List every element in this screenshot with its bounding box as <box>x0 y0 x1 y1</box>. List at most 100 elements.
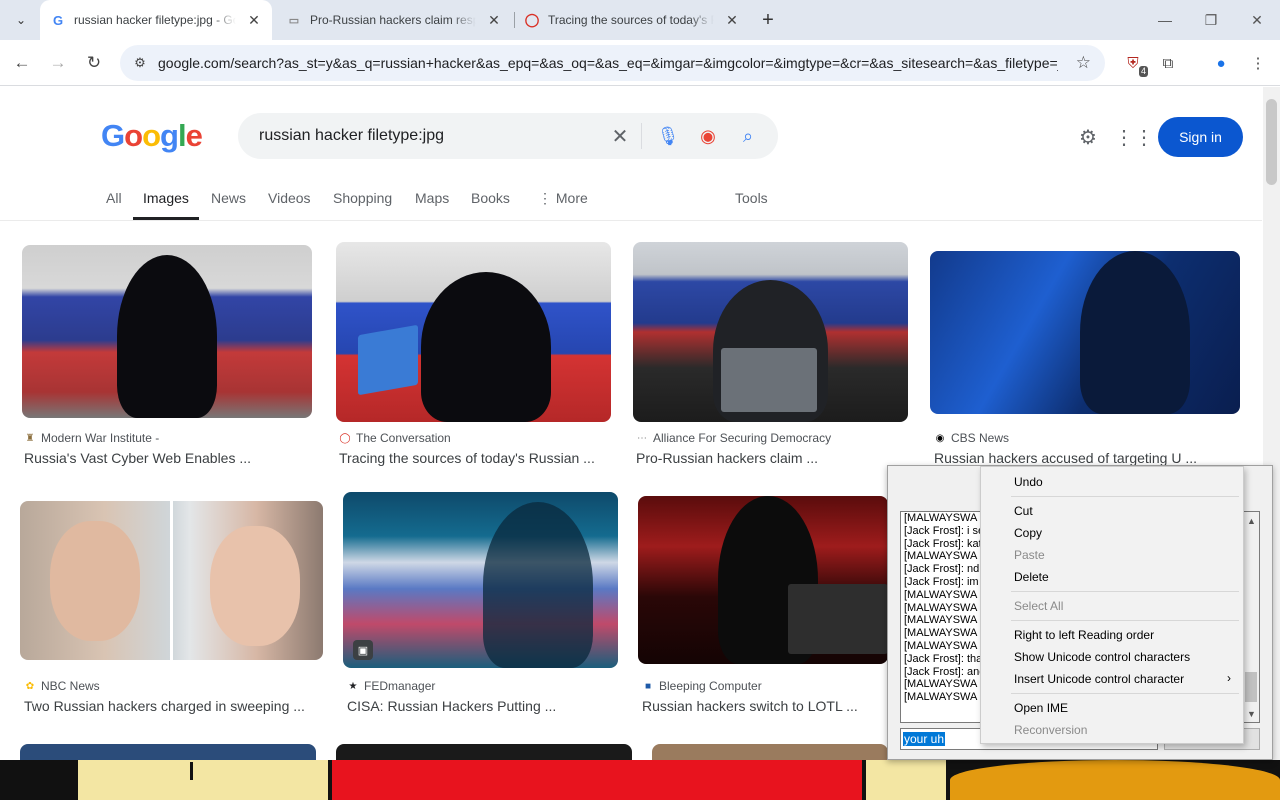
result-source[interactable]: ✿ NBC News <box>24 679 100 693</box>
close-tab-icon[interactable]: ✕ <box>484 10 504 30</box>
chat-scrollbar[interactable]: ▲ ▼ <box>1242 512 1259 722</box>
hooded-figure <box>483 502 593 668</box>
menu-item-cut[interactable]: Cut <box>1014 504 1033 518</box>
new-tab-icon[interactable]: + <box>756 8 780 32</box>
tab-title: russian hacker filetype:jpg - Google Sea… <box>74 13 236 27</box>
forward-arrow-icon[interactable]: → <box>43 48 73 78</box>
laptop <box>788 584 888 654</box>
selected-input-text[interactable]: your uh <box>903 732 946 746</box>
laptop-screen <box>358 324 418 396</box>
restore-icon[interactable]: ❐ <box>1188 0 1234 40</box>
address-bar[interactable]: ⚙ google.com/search?as_st=y&as_q=russian… <box>120 45 1105 81</box>
menu-item-copy[interactable]: Copy <box>1014 526 1042 540</box>
result-source[interactable]: ★ FEDmanager <box>347 679 436 693</box>
menu-item-rtl-reading-order[interactable]: Right to left Reading order <box>1014 628 1154 642</box>
tab-images[interactable]: Images <box>143 190 189 206</box>
search-box[interactable]: russian hacker filetype:jpg ✕ 🎙 ◉ ⌕ <box>238 113 778 159</box>
result-image-alliance-securing-democracy[interactable] <box>633 242 908 422</box>
tab-tools[interactable]: Tools <box>735 190 768 206</box>
reload-icon[interactable]: ↻ <box>79 48 109 78</box>
site-favicon-icon: ⋯ <box>637 432 647 444</box>
apps-grid-icon[interactable]: ⋮⋮ <box>1114 124 1154 150</box>
search-nav-tabs: All Images News Videos Shopping Maps Boo… <box>0 180 1262 221</box>
result-caption[interactable]: Russian hackers accused of targeting U .… <box>934 450 1240 466</box>
menu-item-reconversion[interactable]: Reconversion <box>1014 723 1087 737</box>
menu-item-delete[interactable]: Delete <box>1014 570 1049 584</box>
menu-item-paste[interactable]: Paste <box>1014 548 1045 562</box>
menu-item-show-unicode[interactable]: Show Unicode control characters <box>1014 650 1190 664</box>
hooded-figure <box>421 272 551 422</box>
bookmark-star-icon[interactable]: ☆ <box>1076 53 1091 73</box>
minimize-icon[interactable]: — <box>1142 0 1188 40</box>
chat-scrollbar-thumb[interactable] <box>1245 672 1257 702</box>
result-caption[interactable]: Pro-Russian hackers claim ... <box>636 450 908 466</box>
result-caption[interactable]: Two Russian hackers charged in sweeping … <box>24 698 323 714</box>
result-source[interactable]: ⋯ Alliance For Securing Democracy <box>636 431 831 445</box>
search-icon[interactable]: ⌕ <box>736 124 760 148</box>
clear-icon[interactable]: ✕ <box>608 124 632 148</box>
close-tab-icon[interactable]: ✕ <box>244 10 264 30</box>
tab-google-search[interactable]: G russian hacker filetype:jpg - Google S… <box>40 0 272 40</box>
tab-search-dropdown-icon[interactable]: ⌄ <box>8 7 34 33</box>
result-image-partial[interactable] <box>652 744 888 760</box>
result-caption[interactable]: Russia's Vast Cyber Web Enables ... <box>24 450 314 466</box>
tab-pro-russian-hackers[interactable]: ▭ Pro-Russian hackers claim responsibili… <box>276 0 512 40</box>
tab-more[interactable]: ⋮ More <box>538 190 588 207</box>
extension-shield-icon[interactable]: ⛨ 4 <box>1121 51 1148 77</box>
page-scrollbar-thumb[interactable] <box>1266 99 1277 185</box>
result-source[interactable]: ♜ Modern War Institute - <box>24 431 160 445</box>
scroll-down-arrow-icon[interactable]: ▼ <box>1243 705 1259 722</box>
tab-shopping[interactable]: Shopping <box>333 190 392 206</box>
tab-books[interactable]: Books <box>471 190 510 206</box>
menu-item-insert-unicode[interactable]: Insert Unicode control character <box>1014 672 1184 686</box>
close-window-icon[interactable]: ✕ <box>1234 0 1280 40</box>
google-logo[interactable]: Google <box>101 118 203 154</box>
menu-item-select-all[interactable]: Select All <box>1014 599 1063 613</box>
back-arrow-icon[interactable]: ← <box>7 48 37 78</box>
background-window-strip <box>0 760 1280 800</box>
face-right <box>210 526 300 646</box>
site-favicon-icon: ✿ <box>25 680 35 692</box>
result-source[interactable]: ■ Bleeping Computer <box>642 679 762 693</box>
result-caption[interactable]: Russian hackers switch to LOTL ... <box>642 698 888 714</box>
close-tab-icon[interactable]: ✕ <box>722 10 742 30</box>
site-info-icon[interactable]: ⚙ <box>130 55 150 71</box>
menu-item-open-ime[interactable]: Open IME <box>1014 701 1068 715</box>
result-caption[interactable]: Tracing the sources of today's Russian .… <box>339 450 611 466</box>
tab-maps[interactable]: Maps <box>415 190 449 206</box>
tab-all[interactable]: All <box>106 190 122 206</box>
result-source[interactable]: ◯ The Conversation <box>339 431 450 445</box>
submenu-arrow-icon: › <box>1227 671 1231 685</box>
result-image-fedmanager[interactable]: ▣ <box>343 492 618 668</box>
more-dots-icon: ⋮ <box>538 190 556 206</box>
result-image-nbc-news[interactable] <box>20 501 323 660</box>
result-image-modern-war-institute[interactable] <box>22 245 312 418</box>
tab-title: Tracing the sources of today's Russian <box>548 13 714 27</box>
hooded-figure <box>117 255 217 418</box>
lens-camera-icon[interactable]: ◉ <box>696 124 720 148</box>
settings-gear-icon[interactable]: ⚙ <box>1075 124 1101 150</box>
result-source[interactable]: ◉ CBS News <box>934 431 1009 445</box>
sign-in-button[interactable]: Sign in <box>1158 117 1243 157</box>
scroll-up-arrow-icon[interactable]: ▲ <box>1243 512 1259 529</box>
menu-item-undo[interactable]: Undo <box>1014 475 1043 489</box>
result-image-bleeping-computer[interactable] <box>638 496 888 664</box>
site-favicon-icon: ◉ <box>935 432 945 444</box>
tab-news[interactable]: News <box>211 190 246 206</box>
profile-avatar-icon[interactable]: ● <box>1209 51 1233 75</box>
result-image-partial[interactable] <box>336 744 632 760</box>
tab-tracing-sources[interactable]: ◯ Tracing the sources of today's Russian… <box>514 0 750 40</box>
result-caption[interactable]: CISA: Russian Hackers Putting ... <box>347 698 618 714</box>
url-text[interactable]: google.com/search?as_st=y&as_q=russian+h… <box>158 55 1058 71</box>
tab-videos[interactable]: Videos <box>268 190 311 206</box>
browser-menu-icon[interactable]: ⋮ <box>1246 51 1270 75</box>
microphone-icon[interactable]: 🎙 <box>656 124 680 148</box>
conversation-favicon-icon: ◯ <box>524 12 540 27</box>
extension-badge: 4 <box>1138 66 1148 77</box>
extensions-puzzle-icon[interactable]: ⧉ <box>1156 51 1180 75</box>
result-image-the-conversation[interactable] <box>336 242 611 422</box>
result-image-partial[interactable] <box>20 744 316 760</box>
result-image-cbs-news[interactable] <box>930 251 1240 414</box>
site-favicon-icon: ◯ <box>339 432 351 444</box>
search-input[interactable]: russian hacker filetype:jpg <box>259 127 444 145</box>
